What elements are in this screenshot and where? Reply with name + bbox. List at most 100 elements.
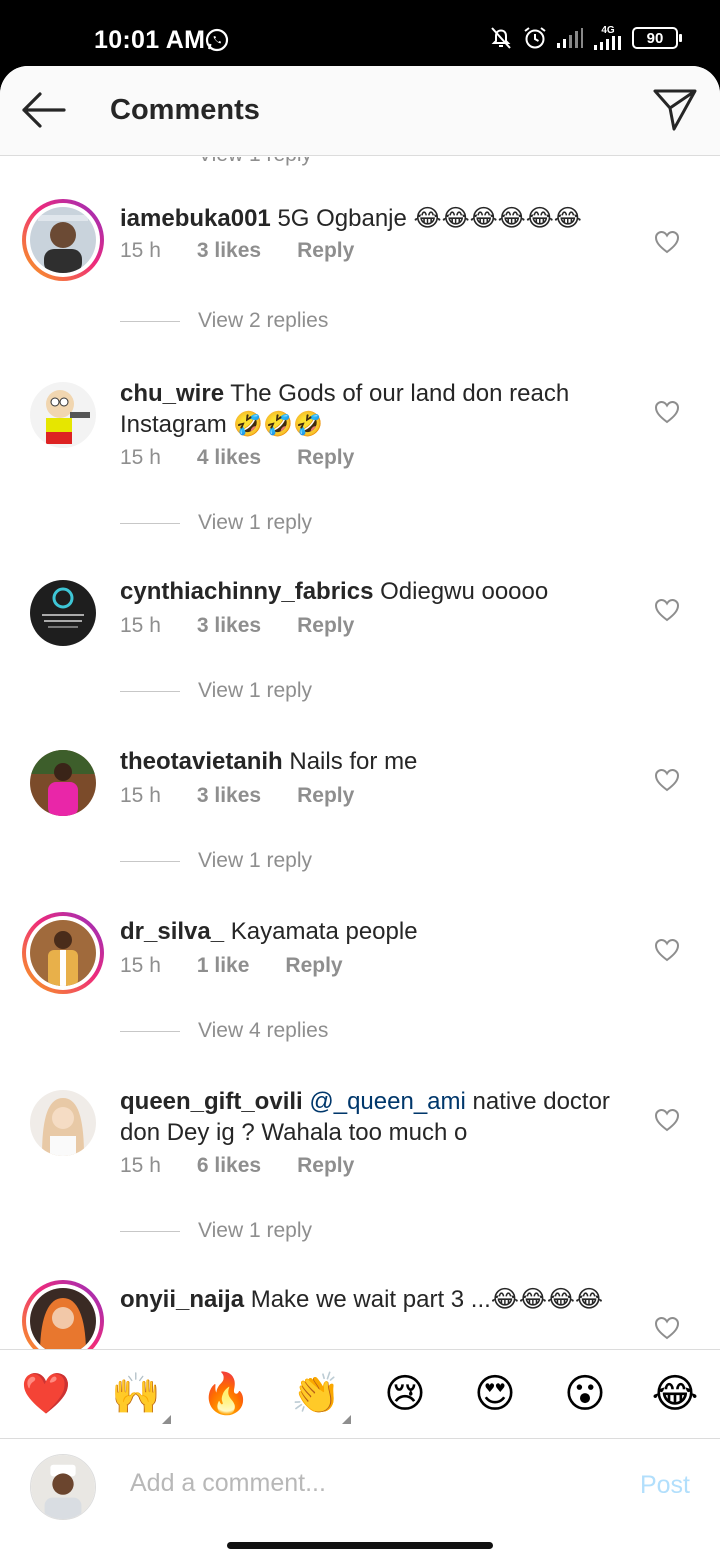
header-bar: Comments (0, 66, 720, 156)
heart-icon[interactable] (654, 768, 680, 792)
divider (120, 320, 180, 322)
comment-text: iamebuka001 5G Ogbanje 😂😂😂😂😂😂 (120, 203, 640, 234)
avatar[interactable] (22, 374, 104, 456)
view-replies-link[interactable]: View 1 reply (120, 511, 312, 535)
comment-likes[interactable]: 3 likes (197, 784, 261, 808)
comment-mention[interactable]: @_queen_ami (309, 1088, 465, 1115)
heart-icon[interactable] (654, 230, 680, 254)
comment-content: Odiegwu ooooo (380, 578, 549, 605)
comment-username[interactable]: onyii_naija (120, 1286, 244, 1313)
avatar[interactable] (22, 1082, 104, 1164)
signal-4g-icon: 4G (592, 26, 624, 50)
reply-button[interactable]: Reply (297, 614, 354, 638)
divider (120, 522, 180, 524)
comment-username[interactable]: cynthiachinny_fabrics (120, 578, 373, 605)
direct-send-icon[interactable] (652, 86, 698, 132)
reply-button[interactable]: Reply (297, 1154, 354, 1178)
comment-content: Kayamata people (230, 918, 418, 945)
comment-likes[interactable]: 6 likes (197, 1154, 261, 1178)
comment-username[interactable]: dr_silva_ (120, 918, 224, 945)
heart-icon[interactable] (654, 1316, 680, 1340)
comment-composer: Post (0, 1439, 720, 1539)
comment-meta: 15 h 3 likes Reply (120, 614, 354, 638)
comment-meta: 15 h 3 likes Reply (120, 784, 354, 808)
reaction-fire[interactable]: 🔥 (201, 1370, 251, 1418)
comment-input[interactable] (130, 1461, 600, 1505)
comment-likes[interactable]: 1 like (197, 954, 250, 978)
comment-meta: 15 h 4 likes Reply (120, 446, 354, 470)
reaction-heart[interactable]: ❤️ (21, 1370, 71, 1418)
battery-icon: 90 (632, 27, 682, 49)
page-title: Comments (110, 94, 260, 126)
comment-text: dr_silva_ Kayamata people (120, 916, 640, 947)
comment-username[interactable]: iamebuka001 (120, 205, 271, 232)
comment-content: 5G Ogbanje 😂😂😂😂😂😂 (277, 205, 582, 232)
avatar[interactable] (22, 199, 104, 281)
comment-likes[interactable]: 3 likes (197, 239, 261, 263)
comment-meta: 15 h 3 likes Reply (120, 239, 354, 263)
avatar[interactable] (22, 572, 104, 654)
comment-meta: 15 h 6 likes Reply (120, 1154, 354, 1178)
comments-screen: Comments View 1 reply iamebuka001 5G Ogb… (0, 66, 720, 1560)
comment-username[interactable]: queen_gift_ovili (120, 1088, 303, 1115)
comment-content: Nails for me (289, 748, 418, 775)
reaction-crying[interactable]: 😢 (381, 1370, 429, 1418)
view-replies-link[interactable]: View 1 reply (120, 1219, 312, 1243)
comment-time: 15 h (120, 614, 161, 637)
divider (120, 1030, 180, 1032)
avatar[interactable] (22, 1280, 104, 1350)
comment-text: theotavietanih Nails for me (120, 746, 640, 777)
view-replies-partial[interactable]: View 1 reply (198, 157, 312, 167)
view-replies-link[interactable]: View 2 replies (120, 309, 328, 333)
skin-tone-indicator (342, 1415, 351, 1424)
comment-time: 15 h (120, 239, 161, 262)
heart-icon[interactable] (654, 598, 680, 622)
comment-content: Make we wait part 3 ...😂😂😂😂 (250, 1286, 603, 1313)
avatar (30, 1454, 96, 1520)
comment-text: chu_wire The Gods of our land don reach … (120, 378, 640, 440)
home-indicator[interactable] (227, 1542, 493, 1549)
comment-time: 15 h (120, 954, 161, 977)
reply-button[interactable]: Reply (285, 954, 342, 978)
alarm-icon (524, 27, 546, 49)
comment-time: 15 h (120, 1154, 161, 1177)
bell-muted-icon (491, 27, 511, 49)
comment-time: 15 h (120, 446, 161, 469)
avatar[interactable] (22, 912, 104, 994)
heart-icon[interactable] (654, 1108, 680, 1132)
heart-icon[interactable] (654, 400, 680, 424)
skin-tone-indicator (162, 1415, 171, 1424)
comments-list[interactable]: View 1 reply iamebuka001 5G Ogbanje 😂😂😂😂… (0, 157, 720, 1350)
divider (120, 860, 180, 862)
view-replies-link[interactable]: View 1 reply (120, 849, 312, 873)
comment-likes[interactable]: 4 likes (197, 446, 261, 470)
comment-time: 15 h (120, 784, 161, 807)
comment-text: queen_gift_ovili @_queen_ami native doct… (120, 1086, 640, 1148)
post-button[interactable]: Post (640, 1471, 690, 1500)
reply-button[interactable]: Reply (297, 239, 354, 263)
divider (120, 1230, 180, 1232)
view-replies-link[interactable]: View 4 replies (120, 1019, 328, 1043)
comment-text: cynthiachinny_fabrics Odiegwu ooooo (120, 576, 640, 607)
reply-button[interactable]: Reply (297, 446, 354, 470)
reaction-clap[interactable]: 👏 (291, 1370, 351, 1424)
reaction-heart-eyes[interactable]: 😍 (471, 1370, 519, 1418)
heart-icon[interactable] (654, 938, 680, 962)
quick-reactions-bar: ❤️ 🙌 🔥 👏 😢 😍 😮 😂 (0, 1349, 720, 1439)
comment-meta: 15 h 1 like Reply (120, 954, 343, 978)
comment-username[interactable]: theotavietanih (120, 748, 283, 775)
reaction-astonished[interactable]: 😮 (561, 1370, 609, 1418)
comment-likes[interactable]: 3 likes (197, 614, 261, 638)
comment-text: onyii_naija Make we wait part 3 ...😂😂😂😂 (120, 1284, 640, 1315)
reply-button[interactable]: Reply (297, 784, 354, 808)
signal-icon (557, 28, 583, 48)
status-time: 10:01 AM (94, 26, 206, 54)
back-arrow-icon[interactable] (18, 88, 68, 132)
whatsapp-icon (205, 28, 229, 52)
reaction-laughing[interactable]: 😂 (651, 1370, 699, 1418)
avatar[interactable] (22, 742, 104, 824)
comment-username[interactable]: chu_wire (120, 380, 224, 407)
reaction-raised-hands[interactable]: 🙌 (111, 1370, 171, 1424)
view-replies-link[interactable]: View 1 reply (120, 679, 312, 703)
divider (120, 690, 180, 692)
